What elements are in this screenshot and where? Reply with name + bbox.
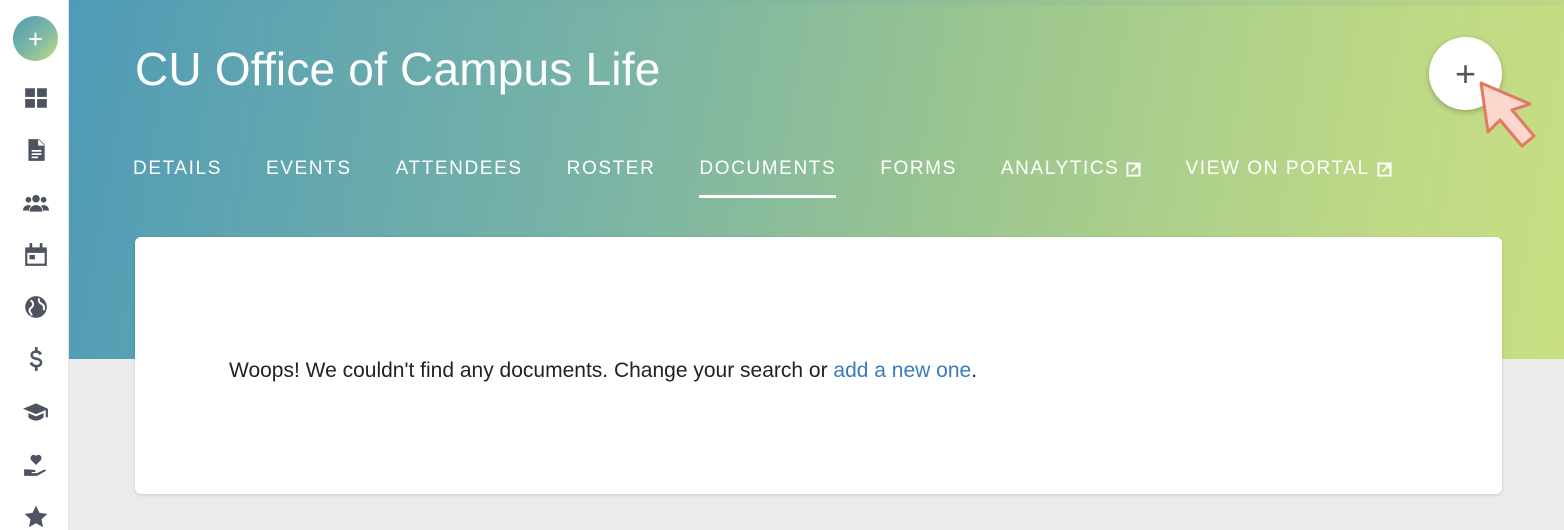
app-root: + CU Office of Campus Life DETAILS EVENT… [0, 0, 1564, 530]
sidebar-item-education[interactable] [22, 398, 50, 426]
tab-bar: DETAILS EVENTS ATTENDEES ROSTER DOCUMENT… [133, 152, 1436, 202]
tab-label: ATTENDEES [395, 158, 523, 179]
tab-label: ROSTER [566, 158, 656, 179]
document-icon [28, 139, 45, 161]
tab-view-on-portal[interactable]: VIEW ON PORTAL [1185, 152, 1392, 198]
sidebar-item-finance[interactable] [22, 345, 50, 373]
tab-label: DETAILS [133, 158, 222, 179]
sidebar-item-calendar[interactable] [22, 241, 50, 269]
tab-documents[interactable]: DOCUMENTS [699, 152, 837, 198]
add-new-document-link[interactable]: add a new one [833, 359, 971, 382]
hand-heart-icon [24, 454, 47, 476]
empty-state-message: Woops! We couldn't find any documents. C… [229, 359, 977, 383]
tab-roster[interactable]: ROSTER [567, 152, 656, 198]
sidebar-item-users[interactable] [22, 189, 50, 217]
tab-analytics[interactable]: ANALYTICS [1001, 152, 1142, 198]
graduation-cap-icon [23, 403, 48, 421]
star-icon [24, 505, 48, 528]
tab-events[interactable]: EVENTS [266, 152, 352, 198]
empty-state-text: Woops! We couldn't find any documents. C… [229, 359, 834, 382]
sidebar-item-favorites[interactable] [22, 503, 50, 530]
header-top-border [69, 0, 1564, 6]
plus-icon: + [27, 23, 44, 54]
pointer-cursor-icon [1479, 81, 1536, 148]
tab-label: DOCUMENTS [699, 158, 837, 179]
users-icon [23, 194, 49, 212]
globe-icon [25, 296, 47, 318]
page-title: CU Office of Campus Life [135, 43, 661, 95]
plus-icon: + [1454, 52, 1477, 94]
tab-label: VIEW ON PORTAL [1185, 158, 1370, 179]
dollar-icon [29, 347, 43, 371]
tab-label: EVENTS [265, 158, 352, 179]
tab-label: FORMS [880, 158, 957, 179]
tab-attendees[interactable]: ATTENDEES [396, 152, 523, 198]
sidebar: + [0, 0, 69, 530]
sidebar-item-volunteer[interactable] [22, 451, 50, 479]
empty-state-period: . [971, 359, 978, 382]
external-link-icon [1126, 161, 1141, 177]
tab-forms[interactable]: FORMS [880, 152, 957, 198]
sidebar-item-documents[interactable] [22, 136, 50, 164]
tab-details[interactable]: DETAILS [133, 152, 222, 198]
calendar-icon [25, 243, 47, 266]
sidebar-item-globe[interactable] [22, 293, 50, 321]
sidebar-add-button[interactable]: + [13, 16, 58, 61]
dashboard-icon [25, 88, 47, 108]
tab-label: ANALYTICS [1000, 158, 1120, 179]
documents-card: Woops! We couldn't find any documents. C… [135, 237, 1502, 494]
external-link-icon [1377, 161, 1392, 177]
sidebar-item-dashboard[interactable] [22, 84, 50, 112]
